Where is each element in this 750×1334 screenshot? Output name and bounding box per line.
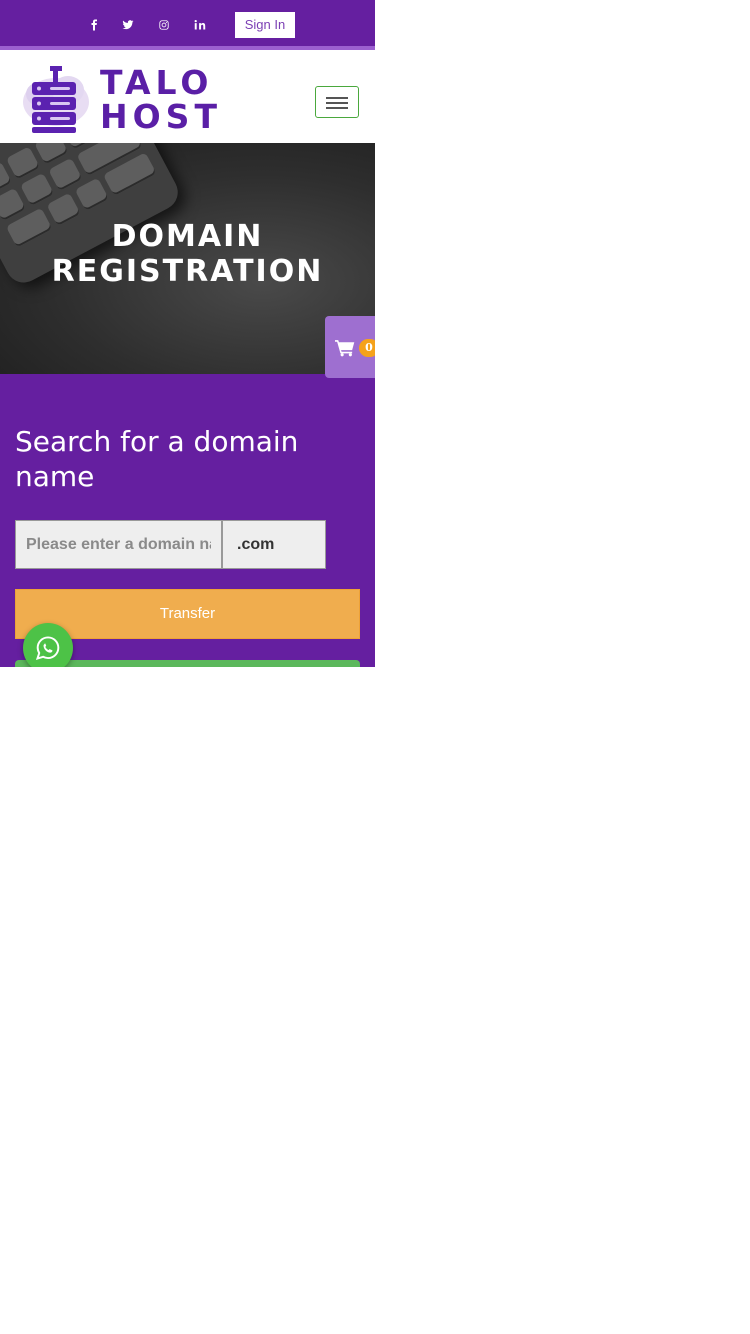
site-header: TALO HOST	[0, 50, 375, 143]
hero-title-line-2: REGISTRATION	[51, 254, 324, 289]
facebook-icon[interactable]	[84, 15, 104, 35]
search-title: Search for a domain name	[15, 425, 299, 493]
domain-name-input[interactable]	[15, 520, 222, 569]
logo-wordmark: TALO HOST	[100, 66, 222, 134]
menu-toggle-button[interactable]	[315, 86, 359, 118]
cart-count-badge: 0	[359, 339, 375, 357]
logo-line-2: HOST	[100, 97, 222, 136]
hero-title-line-1: DOMAIN	[111, 219, 264, 254]
server-cloud-logo-icon	[23, 66, 89, 133]
whatsapp-icon	[35, 636, 60, 661]
mobile-viewport: Sign In TALO HOST DOMAIN REGISTRATION Se…	[0, 0, 375, 667]
logo-line-1: TALO	[100, 63, 214, 102]
tld-select[interactable]: .com	[222, 520, 326, 569]
cart-icon	[335, 340, 355, 357]
linkedin-icon[interactable]	[190, 15, 210, 35]
whatsapp-chat-button[interactable]	[23, 623, 73, 667]
top-bar: Sign In	[0, 0, 375, 46]
hero-title: DOMAIN REGISTRATION	[0, 219, 375, 289]
talo-host-logo[interactable]: TALO HOST	[20, 64, 217, 134]
domain-search-section: Search for a domain name .com Transfer	[0, 374, 375, 667]
hero-banner: DOMAIN REGISTRATION	[0, 143, 375, 374]
instagram-icon[interactable]	[154, 15, 174, 35]
twitter-icon[interactable]	[118, 15, 138, 35]
hamburger-icon	[326, 97, 348, 99]
sign-in-button[interactable]: Sign In	[235, 12, 295, 38]
